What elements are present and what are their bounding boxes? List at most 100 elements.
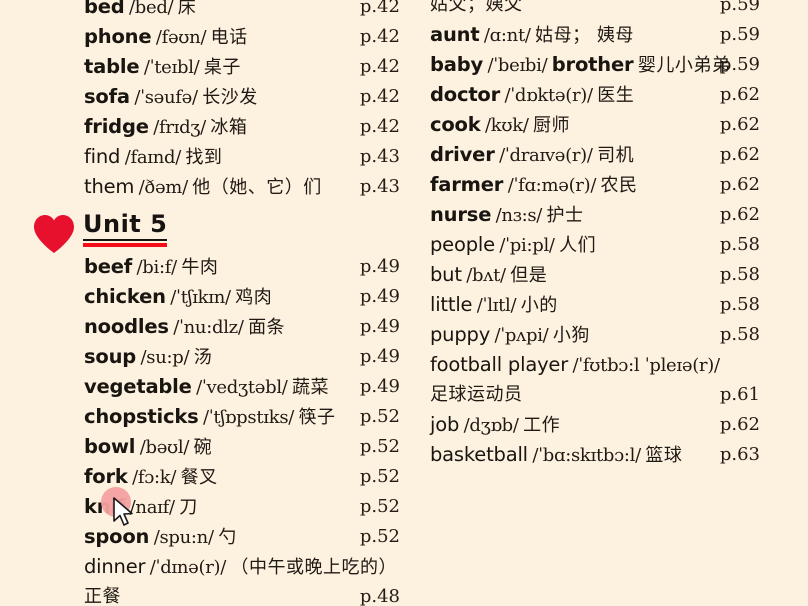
vocab-word: table: [84, 55, 140, 78]
vocab-phonetic: /nɜ:s/: [495, 205, 543, 226]
page-reference: p.62: [719, 144, 760, 165]
vocab-entry-text: but /bʌt/ 但是: [430, 260, 547, 292]
vocab-entry[interactable]: little /ˈlɪtl/ 小的 p.58: [410, 290, 808, 320]
vocab-entry[interactable]: beef /bi:f/ 牛肉 p.49: [0, 252, 410, 282]
vocab-word: doctor: [430, 83, 501, 106]
vocab-chinese-gloss: 碗: [193, 437, 213, 458]
vocab-entry-text: table /ˈteɪbl/ 桌子: [84, 52, 241, 84]
vocab-entry[interactable]: bowl /bəʊl/ 碗 p.52: [0, 432, 410, 462]
vocab-entry[interactable]: knif /naɪf/ 刀 p.52: [0, 492, 410, 522]
page-reference: p.58: [719, 264, 760, 285]
vocab-phonetic: /bed/: [129, 0, 174, 18]
vocab-phonetic: /fɔ:k/: [132, 467, 177, 488]
vocab-phonetic: /ɑ:nt/: [483, 25, 531, 46]
vocab-chinese-gloss: 医生: [597, 85, 635, 106]
vocab-entry[interactable]: table /ˈteɪbl/ 桌子 p.42: [0, 52, 410, 82]
vocab-chinese-gloss: 筷子: [298, 407, 336, 428]
vocab-word: find: [84, 145, 121, 168]
page-reference: p.59: [719, 54, 760, 75]
page-reference: p.58: [719, 234, 760, 255]
vocab-phonetic: /ðəm/: [138, 177, 188, 198]
vocab-entry[interactable]: soup /su:p/ 汤 p.49: [0, 342, 410, 372]
vocab-phonetic: /ˈdɪnə(r)/: [149, 557, 227, 578]
unit-title: Unit 5: [83, 210, 168, 241]
vocab-entry[interactable]: puppy /ˈpʌpi/ 小狗 p.58: [410, 320, 808, 350]
vocab-entry[interactable]: people /ˈpi:pl/ 人们 p.58: [410, 230, 808, 260]
vocab-entry[interactable]: aunt /ɑ:nt/ 姑母； 姨母 p.59: [410, 20, 808, 50]
vocab-entry[interactable]: phone /fəʊn/ 电话 p.42: [0, 22, 410, 52]
vocab-entry[interactable]: vegetable /ˈvedʒtəbl/ 蔬菜 p.49: [0, 372, 410, 402]
vocab-entry[interactable]: job /dʒɒb/ 工作 p.62: [410, 410, 808, 440]
vocab-phonetic: /ˈfɑ:mə(r)/: [507, 175, 597, 196]
vocab-chinese-gloss: 小的: [520, 295, 558, 316]
page-reference: p.49: [359, 376, 400, 397]
vocab-phonetic: /ˈpʌpi/: [494, 325, 549, 346]
vocab-entry-text: chopsticks /ˈtʃɒpstɪks/ 筷子: [84, 402, 335, 434]
vocab-entry-text: football player /ˈfʊtbɔ:l ˈpleɪə(r)/: [430, 350, 720, 382]
vocab-entry[interactable]: noodles /ˈnu:dlz/ 面条 p.49: [0, 312, 410, 342]
vocabulary-list-page: bed /bed/ 床 p.42 phone /fəʊn/ 电话 p.42 table …: [0, 0, 808, 606]
vocab-phonetic: /faɪnd/: [124, 147, 182, 168]
page-reference: p.42: [359, 116, 400, 137]
vocab-word: bowl: [84, 435, 136, 458]
vocab-entry[interactable]: sofa /ˈsəufə/ 长沙发 p.42: [0, 82, 410, 112]
vocab-chinese-gloss-line2: 正餐: [84, 586, 121, 606]
vocab-entry[interactable]: football player /ˈfʊtbɔ:l ˈpleɪə(r)/ 足球运…: [410, 350, 808, 410]
vocab-entry[interactable]: bed /bed/ 床 p.42: [0, 0, 410, 22]
vocab-entry[interactable]: nurse /nɜ:s/ 护士 p.62: [410, 200, 808, 230]
vocab-entry[interactable]: farmer /ˈfɑ:mə(r)/ 农民 p.62: [410, 170, 808, 200]
vocab-chinese-gloss: 司机: [597, 145, 635, 166]
vocab-entry[interactable]: baby /ˈbeɪbi/ brother 婴儿小弟弟 p.59: [410, 50, 808, 80]
vocab-entry[interactable]: dinner /ˈdɪnə(r)/ （中午或晚上吃的） 正餐 p.48: [0, 552, 410, 606]
page-reference: p.42: [359, 0, 400, 17]
vocab-entry-text: bowl /bəʊl/ 碗: [84, 432, 212, 464]
page-reference: p.62: [719, 414, 760, 435]
vocab-phonetic: /kʊk/: [484, 115, 529, 136]
vocab-entry-text: farmer /ˈfɑ:mə(r)/ 农民: [430, 170, 638, 202]
vocab-word: farmer: [430, 173, 504, 196]
vocab-chinese-gloss: 面条: [248, 317, 286, 338]
vocab-phonetic: /bi:f/: [136, 257, 178, 278]
vocab-entry[interactable]: them /ðəm/ 他（她、它）们 p.43: [0, 172, 410, 202]
vocab-entry[interactable]: fridge /frɪdʒ/ 冰箱 p.42: [0, 112, 410, 142]
vocab-entry-text: noodles /ˈnu:dlz/ 面条: [84, 312, 285, 344]
vocab-phonetic: /ˈteɪbl/: [143, 57, 200, 78]
vocab-word: soup: [84, 345, 137, 368]
unit-heading-block: Unit 5: [0, 202, 410, 254]
vocab-entry[interactable]: fork /fɔ:k/ 餐叉 p.52: [0, 462, 410, 492]
vocab-entry[interactable]: chopsticks /ˈtʃɒpstɪks/ 筷子 p.52: [0, 402, 410, 432]
vocab-entry[interactable]: chicken /ˈtʃɪkɪn/ 鸡肉 p.49: [0, 282, 410, 312]
vocab-word: football player: [430, 353, 569, 376]
vocab-entry-text: knif /naɪf/ 刀: [84, 492, 198, 524]
vocab-entry-text: vegetable /ˈvedʒtəbl/ 蔬菜: [84, 372, 329, 404]
vocab-entry[interactable]: but /bʌt/ 但是 p.58: [410, 260, 808, 290]
vocab-entry[interactable]: cook /kʊk/ 厨师 p.62: [410, 110, 808, 140]
vocab-entry[interactable]: driver /ˈdraɪvə(r)/ 司机 p.62: [410, 140, 808, 170]
vocab-entry[interactable]: 姑父；姨父 p.59: [410, 0, 808, 20]
page-reference: p.63: [719, 444, 760, 465]
vocab-entry-text: little /ˈlɪtl/ 小的: [430, 290, 558, 322]
vocab-phonetic: /ˈvedʒtəbl/: [196, 377, 288, 398]
vocab-entry[interactable]: basketball /ˈbɑ:skɪtbɔ:l/ 篮球 p.63: [410, 440, 808, 470]
vocab-chinese-gloss: 电话: [210, 27, 248, 48]
page-reference: p.62: [719, 204, 760, 225]
vocab-phonetic: /ˈfʊtbɔ:l ˈpleɪə(r)/: [572, 355, 721, 376]
vocab-entry-text: soup /su:p/ 汤: [84, 342, 212, 374]
vocab-entry[interactable]: find /faɪnd/ 找到 p.43: [0, 142, 410, 172]
vocab-phonetic: /ˈdɒktə(r)/: [504, 85, 594, 106]
vocab-phonetic: /ˈsəufə/: [134, 87, 198, 108]
vocab-word: but: [430, 263, 462, 286]
page-reference: p.43: [359, 146, 400, 167]
vocab-entry[interactable]: spoon /spu:n/ 勺 p.52: [0, 522, 410, 552]
vocab-word: bed: [84, 0, 125, 18]
vocab-chinese-gloss: 长沙发: [202, 87, 258, 108]
vocab-word: baby: [430, 53, 483, 76]
page-reference: p.62: [719, 114, 760, 135]
heart-icon: [32, 214, 76, 254]
vocab-entry[interactable]: doctor /ˈdɒktə(r)/ 医生 p.62: [410, 80, 808, 110]
page-reference: p.49: [359, 286, 400, 307]
vocab-word: job: [430, 413, 460, 436]
vocab-chinese-gloss: 汤: [193, 347, 213, 368]
vocab-entry-text: beef /bi:f/ 牛肉: [84, 252, 218, 284]
vocab-chinese-gloss: 勺: [218, 527, 237, 548]
